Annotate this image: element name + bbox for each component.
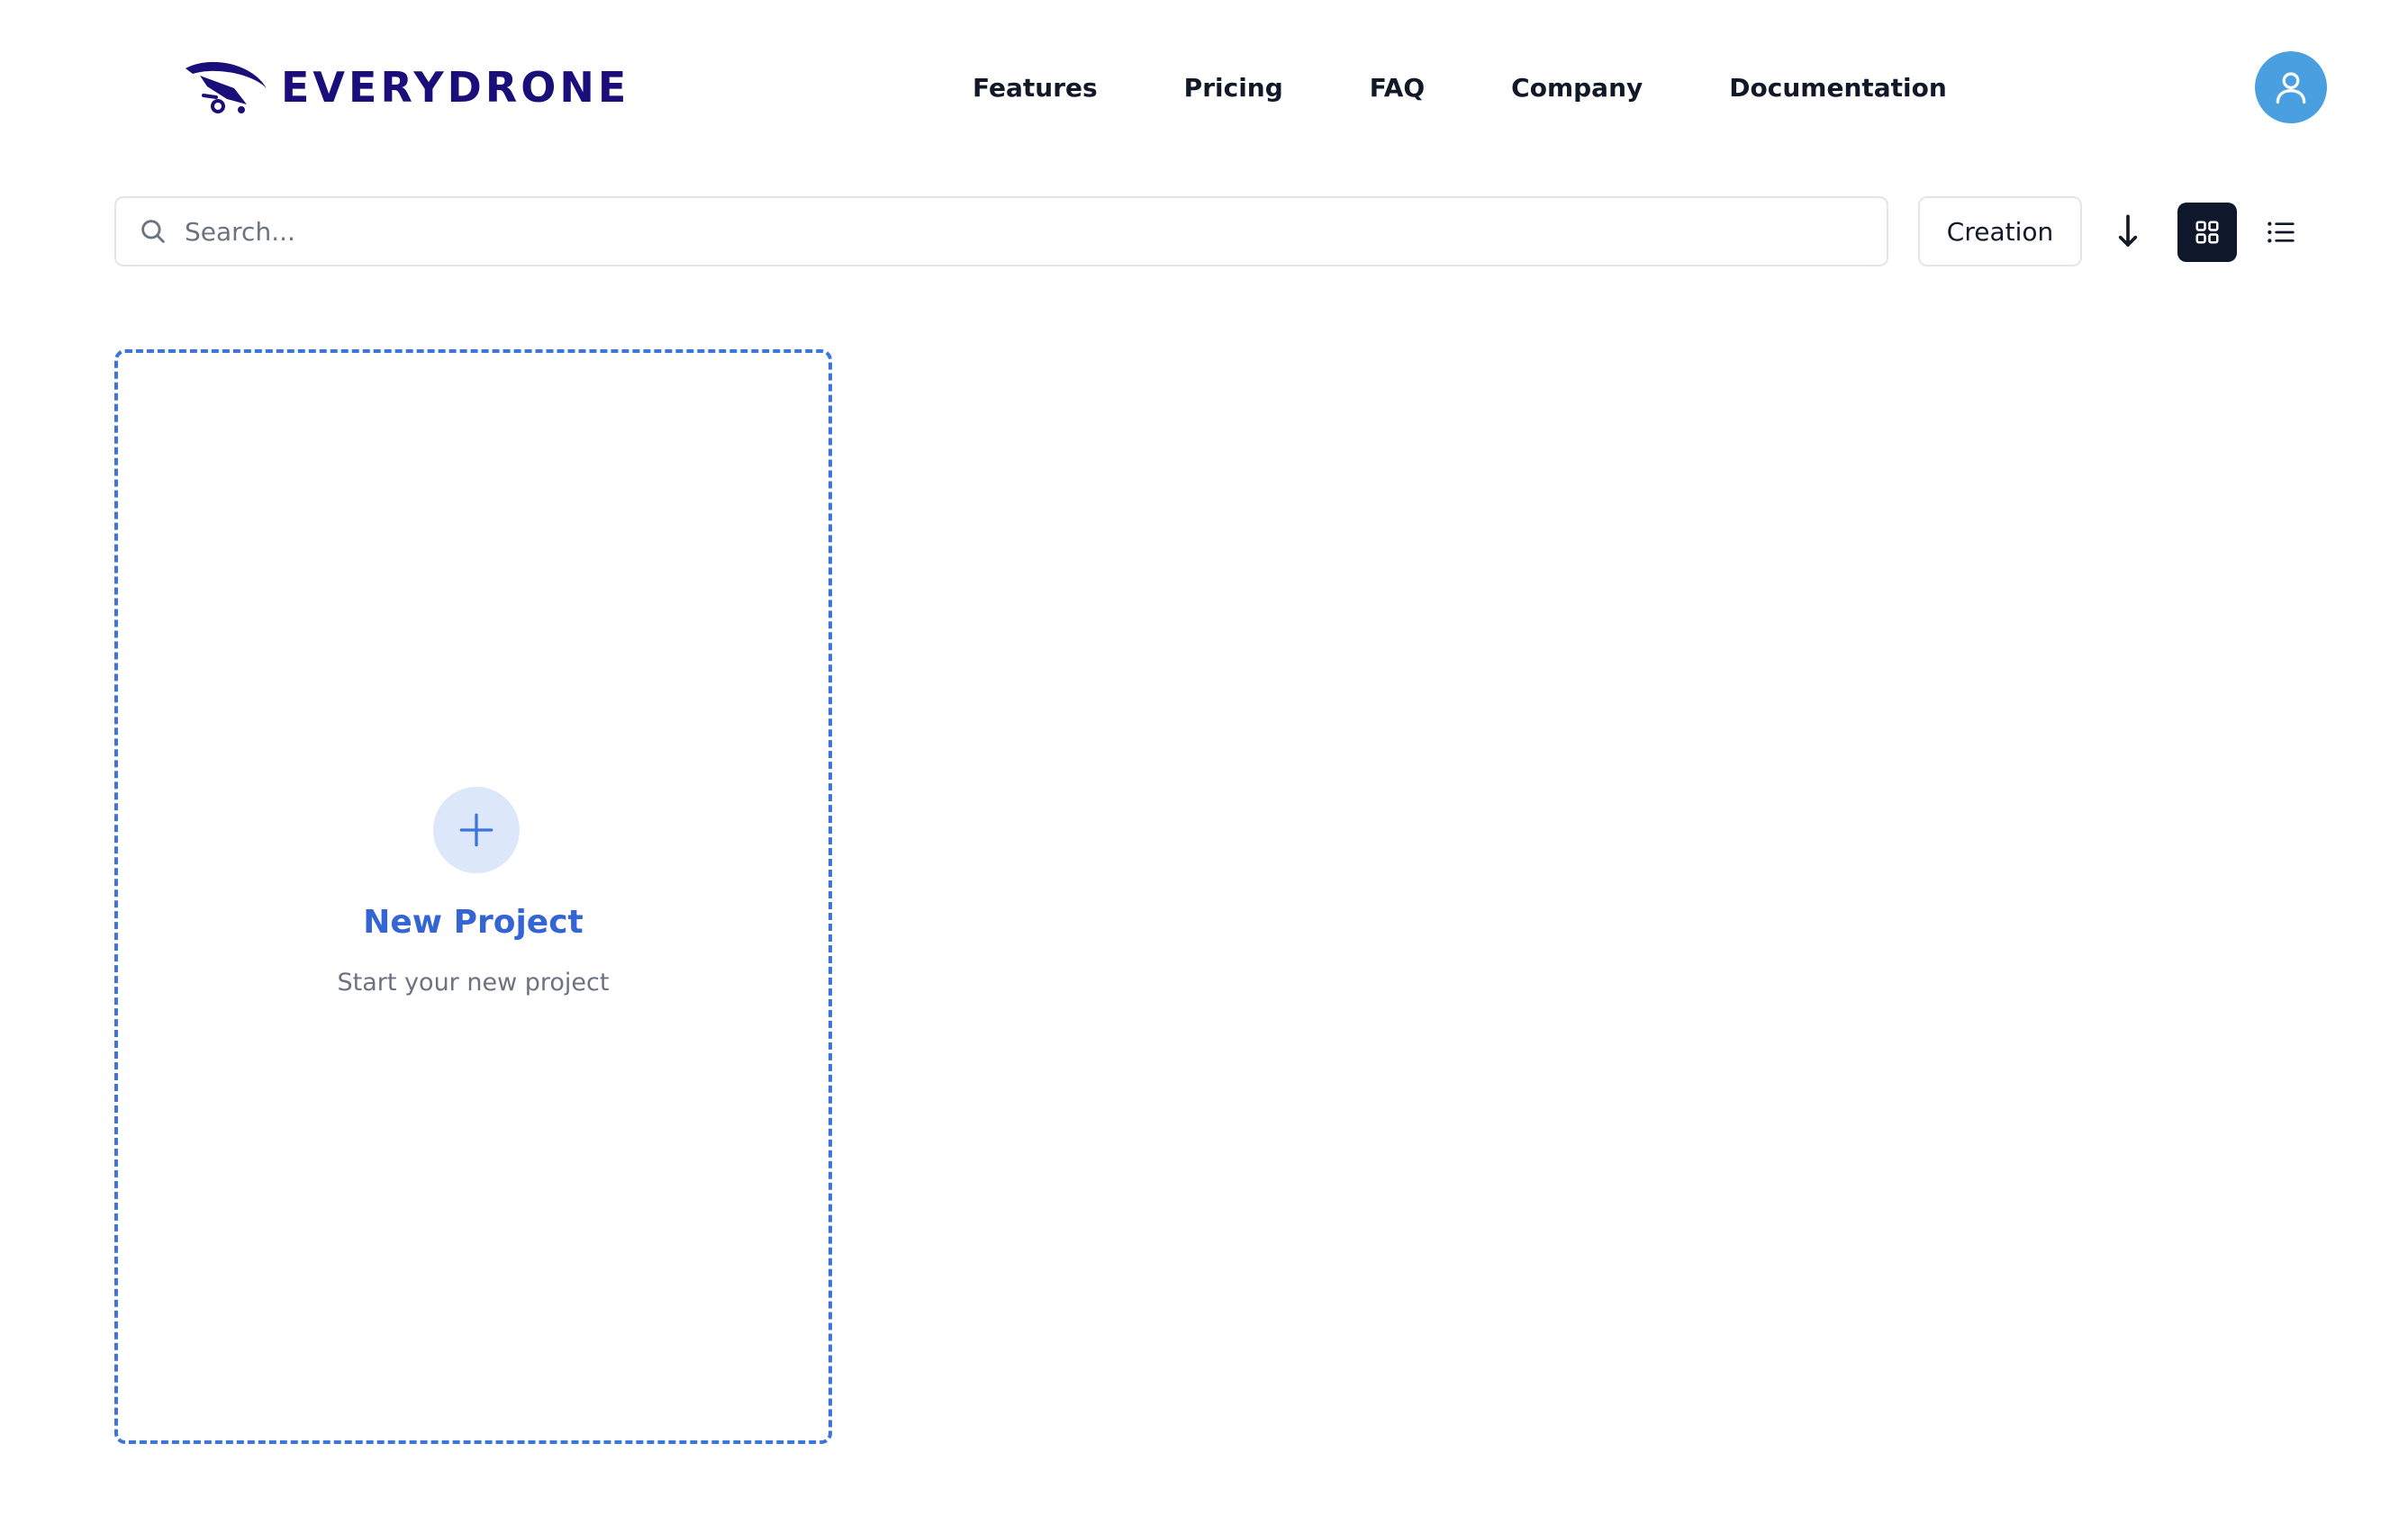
sort-direction-button[interactable] [2105,209,2150,254]
nav-item-company[interactable]: Company [1511,73,1643,103]
brand-name: EVERYDRONE [281,63,630,112]
sort-field-select[interactable]: Creation [1918,196,2082,266]
arrow-down-icon [2118,214,2138,247]
brand-logo[interactable]: EVERYDRONE [180,56,629,119]
plus-icon [459,813,493,847]
grid-view-button[interactable] [2177,203,2237,262]
list-view-button[interactable] [2251,203,2311,262]
new-project-title: New Project [363,904,584,941]
nav-item-documentation[interactable]: Documentation [1729,73,1947,103]
drone-logo-icon [186,61,267,113]
nav-item-faq[interactable]: FAQ [1370,73,1425,103]
search-icon [141,220,165,243]
search-input[interactable] [183,203,1861,259]
plus-icon-circle [433,787,520,873]
search-box[interactable] [114,196,1888,266]
new-project-card[interactable]: New Project Start your new project [114,349,832,1444]
user-icon [2276,72,2306,104]
sort-field-label: Creation [1946,216,2054,247]
new-project-subtitle: Start your new project [337,969,610,997]
grid-icon [2195,221,2219,244]
nav-item-features[interactable]: Features [973,73,1098,103]
list-icon [2268,221,2295,243]
top-header: EVERYDRONE Features Pricing FAQ Company … [0,0,2408,173]
main-nav: Features Pricing FAQ Company Documentati… [973,65,1947,110]
user-avatar-button[interactable] [2255,51,2327,123]
nav-item-pricing[interactable]: Pricing [1184,73,1283,103]
